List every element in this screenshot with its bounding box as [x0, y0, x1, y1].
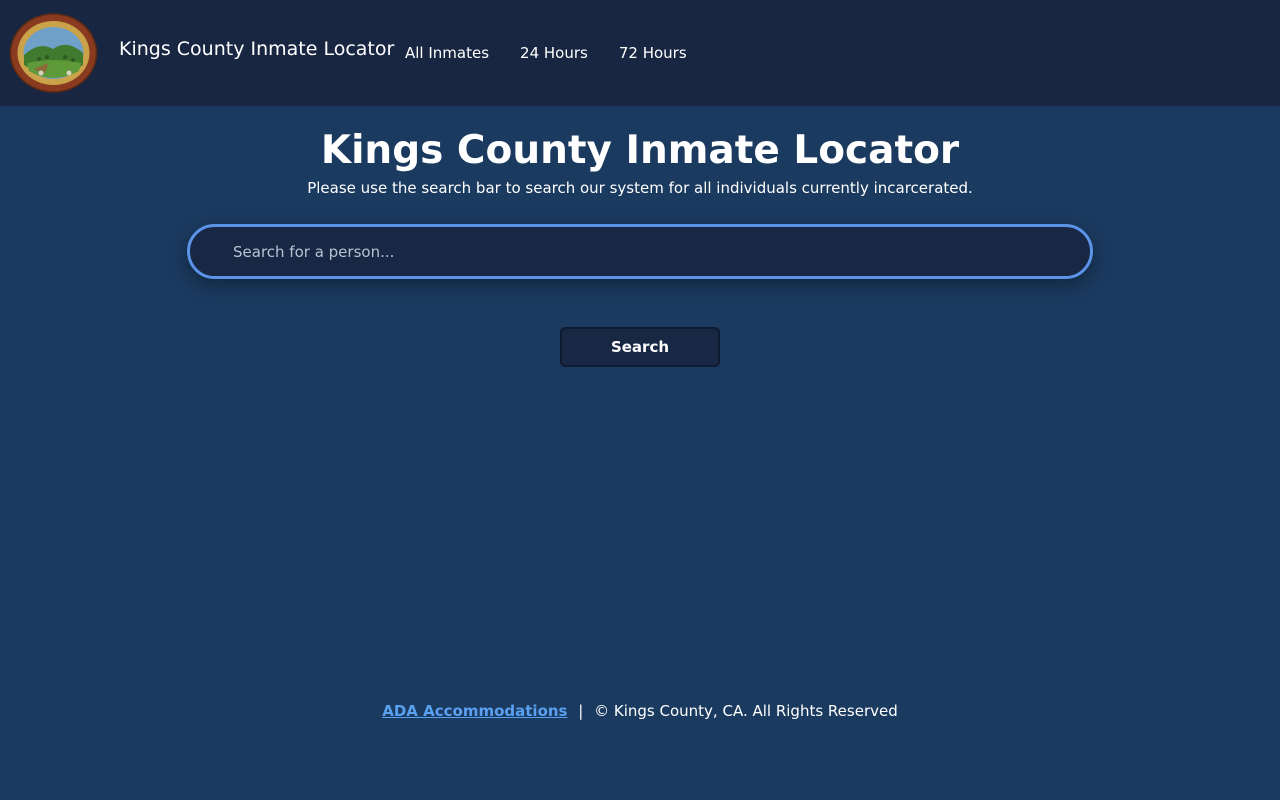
footer: ADA Accommodations | © Kings County, CA.…: [0, 702, 1280, 720]
top-navigation-bar: Kings County Inmate Locator All Inmates …: [0, 0, 1280, 106]
footer-separator: |: [578, 702, 584, 720]
main-nav: All Inmates 24 Hours 72 Hours: [405, 44, 687, 62]
page-title: Kings County Inmate Locator: [320, 128, 960, 173]
search-bar: [187, 224, 1093, 279]
footer-copyright: © Kings County, CA. All Rights Reserved: [594, 702, 898, 720]
ada-accommodations-link[interactable]: ADA Accommodations: [382, 702, 567, 720]
page-subtitle: Please use the search bar to search our …: [307, 179, 973, 197]
nav-72-hours[interactable]: 72 Hours: [619, 44, 687, 62]
site-title[interactable]: Kings County Inmate Locator: [119, 38, 394, 60]
search-input[interactable]: [190, 227, 1090, 276]
search-button[interactable]: Search: [560, 327, 720, 367]
county-seal-icon[interactable]: [9, 13, 98, 93]
nav-24-hours[interactable]: 24 Hours: [520, 44, 588, 62]
nav-all-inmates[interactable]: All Inmates: [405, 44, 489, 62]
